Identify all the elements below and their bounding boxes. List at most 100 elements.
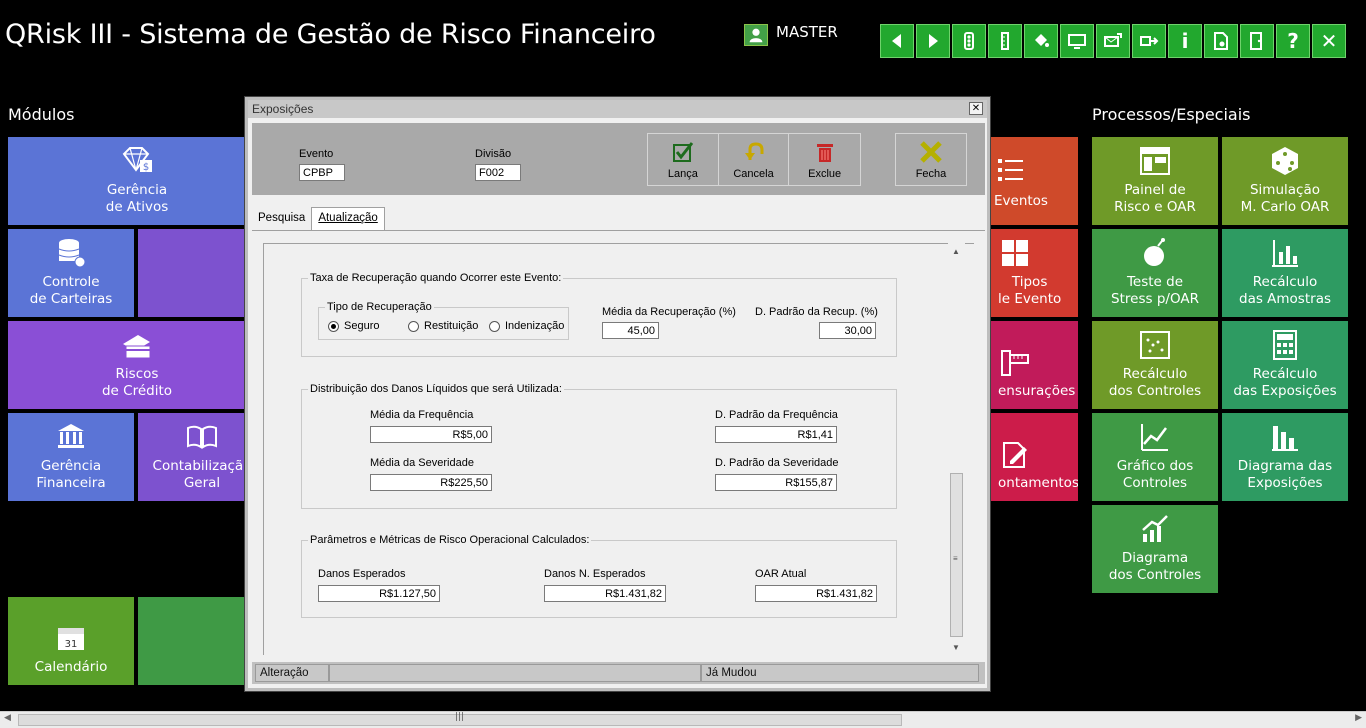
tile-controle-carteiras[interactable]: Controle de Carteiras [8,229,134,317]
tab-pesquisa[interactable]: Pesquisa [252,207,311,231]
tipo-recuperacao-title: Tipo de Recuperação [325,301,434,313]
processes-title: Processos/Especiais [1092,105,1251,124]
open-book-icon [187,425,217,449]
danos-nesperados-field[interactable]: R$1.431,82 [544,585,666,602]
radio-indenizacao[interactable]: Indenização [489,320,564,332]
exclui-button[interactable]: Exclue [789,134,860,185]
tile-painel-risco[interactable]: Painel de Risco e OAR [1092,137,1218,225]
dpadrao-recuperacao-label: D. Padrão da Recup. (%) [755,306,878,318]
prev-icon[interactable] [880,24,914,58]
tab-atualizacao[interactable]: Atualização [311,207,385,231]
recuperacao-title: Taxa de Recuperação quando Ocorrer este … [308,272,564,284]
media-recuperacao-field[interactable]: 45,00 [602,322,659,339]
exit-door-icon[interactable] [1240,24,1274,58]
mail-send-icon[interactable] [1096,24,1130,58]
danos-esperados-label: Danos Esperados [318,568,406,580]
tipo-recuperacao-group: Tipo de Recuperação Seguro Restituição I… [318,301,569,340]
radio-restituicao[interactable]: Restituição [408,320,478,332]
divisao-field[interactable]: F002 [475,164,521,181]
dp-frequencia-field[interactable]: R$1,41 [715,426,837,443]
parametros-group: Parâmetros e Métricas de Risco Operacion… [301,534,897,618]
bank-icon [58,424,84,448]
tile-diagrama-exposicoes[interactable]: Diagrama das Exposições [1222,413,1348,501]
scroll-up-icon[interactable]: ▲ [952,247,960,256]
tile-calendario[interactable]: 31 Calendário [8,597,134,685]
scroll-right-icon[interactable]: ▶ [1355,713,1362,723]
list-icon [998,158,1023,181]
radio-off-icon [408,320,419,332]
tile-gerencia-ativos[interactable]: $ Gerência de Ativos [8,137,266,225]
column-chart-icon [1272,426,1298,451]
thumb-grip-icon: ≡ [953,554,958,563]
action-group: Lança Cancela Exclue [647,133,861,186]
trash-icon [816,143,833,162]
user-icon[interactable] [744,24,768,46]
next-icon[interactable] [916,24,950,58]
close-icon[interactable]: ✕ [1312,24,1346,58]
status-middle [329,664,701,682]
recuperacao-group: Taxa de Recuperação quando Ocorrer este … [301,272,897,357]
tile-diagrama-controles[interactable]: Diagrama dos Controles [1092,505,1218,593]
radio-on-icon [328,320,339,332]
ruler-icon[interactable] [988,24,1022,58]
danos-esperados-field[interactable]: R$1.127,50 [318,585,440,602]
oar-atual-label: OAR Atual [755,568,807,580]
scroll-panel: Taxa de Recuperação quando Ocorrer este … [263,243,974,655]
divisao-label: Divisão [475,148,512,160]
radio-seguro[interactable]: Seguro [328,320,379,332]
tile-recalculo-amostras[interactable]: Recálculo das Amostras [1222,229,1348,317]
dialog-tabs: Pesquisa Atualização [252,207,385,231]
status-mode: Alteração [255,664,329,682]
tile-riscos-credito[interactable]: Riscos de Crédito [8,321,266,409]
dice-icon [1272,147,1298,175]
database-icon [58,239,86,268]
media-recuperacao-label: Média da Recuperação (%) [602,306,736,318]
svg-text:$: $ [143,162,149,173]
export-icon[interactable] [1132,24,1166,58]
parametros-title: Parâmetros e Métricas de Risco Operacion… [308,534,592,546]
tile-simulacao[interactable]: Simulação M. Carlo OAR [1222,137,1348,225]
dp-frequencia-label: D. Padrão da Frequência [715,409,838,421]
media-severidade-field[interactable]: R$225,50 [370,474,492,491]
tile-gerencia-financeira[interactable]: Gerência Financeira [8,413,134,501]
dp-severidade-field[interactable]: R$155,87 [715,474,837,491]
oar-atual-field[interactable]: R$1.431,82 [755,585,877,602]
media-frequencia-field[interactable]: R$5,00 [370,426,492,443]
lanca-button[interactable]: Lança [648,134,719,185]
monitor-icon[interactable] [1060,24,1094,58]
status-state: Já Mudou [701,664,979,682]
evento-field[interactable]: CPBP [299,164,345,181]
vertical-scrollbar[interactable]: ▲ ≡ ▼ [948,243,965,655]
tile-recalculo-controles[interactable]: Recálculo dos Controles [1092,321,1218,409]
diamond-money-icon: $ [122,147,152,173]
media-severidade-label: Média da Severidade [370,457,474,469]
cancela-button[interactable]: Cancela [719,134,790,185]
info-icon[interactable]: i [1168,24,1202,58]
measure-icon [1001,350,1029,376]
tile-recalculo-exposicoes[interactable]: Recálculo das Exposições [1222,321,1348,409]
help-icon[interactable]: ? [1276,24,1310,58]
distribuicao-title: Distribuição dos Danos Líquidos que será… [308,383,564,395]
fecha-group: Fecha [895,133,967,186]
dialog-header: Evento CPBP Divisão F002 [252,123,985,195]
modules-title: Módulos [8,105,75,124]
growth-chart-icon [1142,515,1168,542]
scroll-left-icon[interactable]: ◀ [4,713,11,723]
dialog-titlebar[interactable]: Exposições ✕ [248,100,987,118]
evento-label: Evento [299,148,334,160]
close-x-icon [920,140,942,163]
document-settings-icon[interactable] [1204,24,1238,58]
horizontal-scrollbar[interactable]: ◀ ||| ▶ [0,711,1366,728]
dashboard-icon [1140,147,1170,175]
dialog-close-icon[interactable]: ✕ [969,102,983,115]
dpadrao-recuperacao-field[interactable]: 30,00 [819,322,876,339]
undo-icon [744,141,763,160]
radio-off-icon [489,320,500,332]
scroll-down-icon[interactable]: ▼ [952,643,960,652]
fecha-button[interactable]: Fecha [896,134,966,185]
bomb-icon [1144,238,1165,266]
traffic-light-icon[interactable] [952,24,986,58]
tile-teste-stress[interactable]: Teste de Stress p/OAR [1092,229,1218,317]
tile-grafico-controles[interactable]: Gráfico dos Controles [1092,413,1218,501]
paint-bucket-icon[interactable] [1024,24,1058,58]
